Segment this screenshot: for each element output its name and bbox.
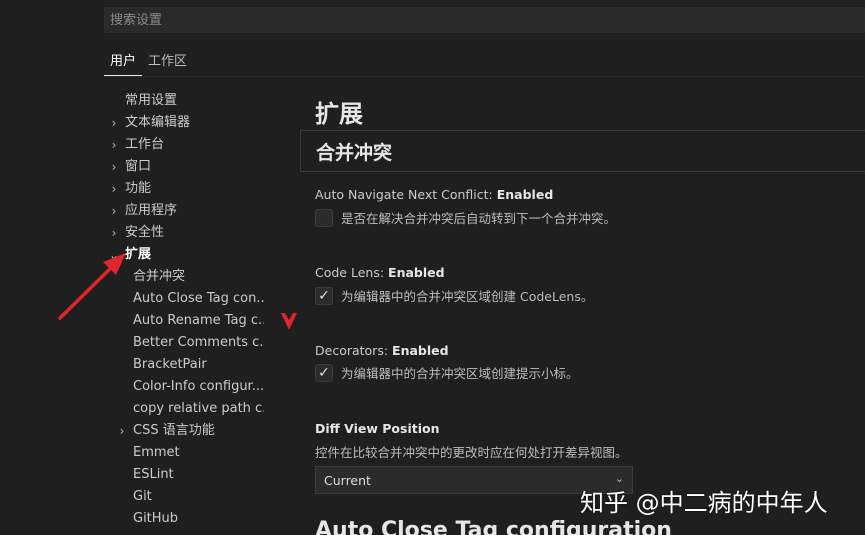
toc-item[interactable]: Color-Info configur...: [104, 376, 264, 398]
toc-item-label: ESLint: [133, 467, 174, 482]
diff-view-description: 控件在比较合并冲突中的更改时应在何处打开差异视图。: [315, 445, 628, 460]
toc-item-label: Git: [133, 489, 152, 504]
code-lens-checkbox[interactable]: ✓: [315, 286, 333, 305]
toc-item[interactable]: › 应用程序: [104, 200, 264, 222]
toc-item-label: 窗口: [125, 159, 152, 174]
toc-item[interactable]: Better Comments c...: [104, 332, 264, 354]
settings-scope-tabs: 用户 工作区: [104, 46, 193, 76]
setting-auto-navigate-row: 是否在解决合并冲突后自动转到下一个合并冲突。: [315, 208, 616, 227]
toc-item-label: GitHub: [133, 511, 179, 526]
auto-navigate-description: 是否在解决合并冲突后自动转到下一个合并冲突。: [341, 211, 617, 226]
chevron-right-icon: ›: [119, 424, 125, 438]
tab-user[interactable]: 用户: [104, 46, 143, 76]
toc-item-label: Color-Info configur...: [133, 379, 264, 394]
diff-view-selected-value: Current: [324, 472, 371, 488]
checkmark-icon: ✓: [318, 364, 330, 381]
toc-item[interactable]: › CSS 语言功能: [104, 420, 264, 442]
setting-decorators-row: ✓ 为编辑器中的合并冲突区域创建提示小标。: [315, 363, 579, 382]
toc-item[interactable]: Emmet: [104, 442, 264, 464]
decorators-checkbox[interactable]: ✓: [315, 363, 333, 382]
toc-item[interactable]: › 功能: [104, 178, 264, 200]
toc-item-label: CSS 语言功能: [133, 423, 215, 438]
toc-item-label: 文本编辑器: [125, 115, 191, 130]
toc-item[interactable]: ⌄ 扩展: [104, 244, 264, 266]
toc-item-label: 功能: [125, 181, 152, 196]
chevron-right-icon: ›: [111, 182, 117, 196]
settings-toc: 常用设置 › 文本编辑器 › 工作台 › 窗口 › 功能 › 应用程序 › 安全性 ⌄ 扩展合并冲突 Auto…: [104, 90, 264, 530]
toc-item[interactable]: GitHub: [104, 508, 264, 530]
tabs-divider: [104, 76, 865, 77]
group-title-merge-conflict: 合并冲突: [316, 142, 393, 164]
toc-item-label: 合并冲突: [133, 269, 186, 284]
setting-code-lens-row: ✓ 为编辑器中的合并冲突区域创建 CodeLens。: [315, 286, 593, 305]
toc-item[interactable]: Auto Close Tag con...: [104, 288, 264, 310]
chevron-right-icon: ›: [111, 226, 117, 240]
setting-code-lens-title: Code Lens: Enabled: [315, 265, 445, 280]
toc-item[interactable]: BracketPair: [104, 354, 264, 376]
red-marker-icon: [281, 313, 297, 330]
toc-item-label: 扩展: [125, 247, 152, 262]
toc-item[interactable]: › 窗口: [104, 156, 264, 178]
chevron-right-icon: ›: [111, 204, 117, 218]
setting-decorators-title: Decorators: Enabled: [315, 343, 449, 358]
toc-item-label: BracketPair: [133, 357, 207, 372]
chevron-right-icon: ›: [111, 160, 117, 174]
toc-item-label: copy relative path c...: [133, 401, 264, 416]
toc-item-label: Auto Rename Tag c...: [133, 313, 264, 328]
toc-item-label: Better Comments c...: [133, 335, 264, 350]
code-lens-description: 为编辑器中的合并冲突区域创建 CodeLens。: [341, 289, 594, 304]
toc-item-label: 安全性: [125, 225, 165, 240]
tab-workspace[interactable]: 工作区: [142, 46, 193, 76]
auto-navigate-checkbox[interactable]: [315, 208, 333, 227]
setting-diff-view-title: Diff View Position: [315, 421, 440, 436]
section-title-auto-close-tag: Auto Close Tag configuration: [315, 518, 672, 535]
decorators-description: 为编辑器中的合并冲突区域创建提示小标。: [341, 366, 579, 381]
settings-search-bar[interactable]: [104, 7, 865, 33]
toc-item[interactable]: 常用设置: [104, 90, 264, 112]
setting-auto-navigate-title: Auto Navigate Next Conflict: Enabled: [315, 187, 554, 202]
toc-item[interactable]: ESLint: [104, 464, 264, 486]
zhihu-watermark: 知乎 @中二病的中年人: [580, 489, 828, 517]
toc-item[interactable]: › 文本编辑器: [104, 112, 264, 134]
toc-item[interactable]: › 安全性: [104, 222, 264, 244]
toc-item-label: 应用程序: [125, 203, 178, 218]
toc-item-label: 工作台: [125, 137, 165, 152]
chevron-right-icon: ›: [111, 138, 117, 152]
toc-item[interactable]: 合并冲突: [104, 266, 264, 288]
toc-item-label: Auto Close Tag con...: [133, 291, 264, 306]
toc-item[interactable]: Git: [104, 486, 264, 508]
toc-item[interactable]: copy relative path c...: [104, 398, 264, 420]
toc-item-label: Emmet: [133, 445, 180, 460]
toc-item[interactable]: Auto Rename Tag c...: [104, 310, 264, 332]
checkmark-icon: ✓: [318, 287, 330, 304]
group-header-merge-conflict: 合并冲突: [300, 130, 865, 172]
chevron-right-icon: ›: [111, 116, 117, 130]
toc-item-label: 常用设置: [125, 93, 178, 108]
section-title-extensions: 扩展: [315, 100, 363, 128]
chevron-down-icon: ⌄: [108, 248, 120, 262]
toc-item[interactable]: › 工作台: [104, 134, 264, 156]
settings-search-input[interactable]: [105, 8, 864, 32]
